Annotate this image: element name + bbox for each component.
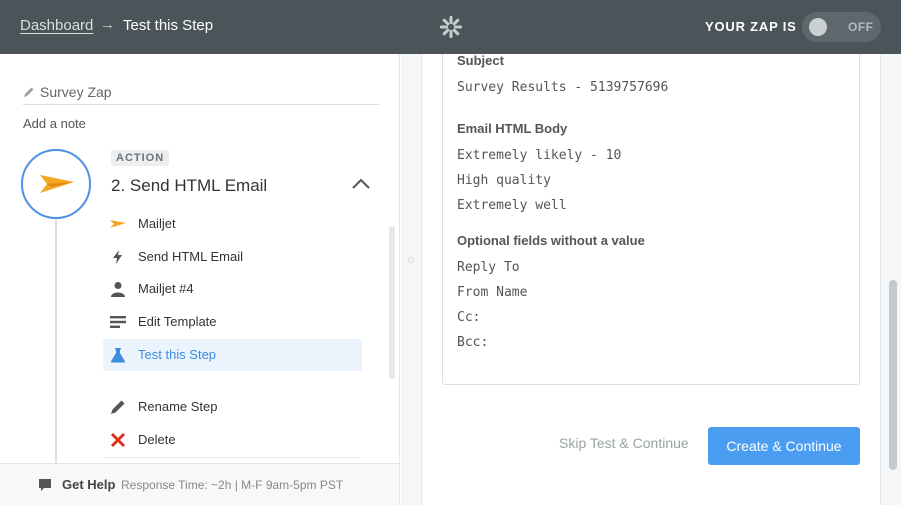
help-bar: Get Help Response Time: ~2h | M-F 9am-5p…: [0, 463, 399, 505]
test-data-box: Subject Survey Results - 5139757696 Emai…: [442, 53, 860, 385]
menu-item-label: Delete: [138, 432, 176, 447]
menu-item-test-step[interactable]: Test this Step: [103, 339, 362, 371]
zapier-logo-icon[interactable]: [439, 15, 463, 39]
editor-sidebar: Survey Zap Add a note ACTION 2. Send HTM…: [0, 54, 400, 505]
menu-item-label: Mailjet: [138, 216, 176, 231]
zap-status-label: YOUR ZAP IS: [705, 19, 797, 34]
step-app-circle[interactable]: [21, 149, 91, 219]
field-label: Optional fields without a value: [457, 233, 645, 248]
skip-test-button[interactable]: Skip Test & Continue: [559, 435, 689, 451]
pencil-icon: [24, 87, 34, 97]
menu-item-delete[interactable]: Delete: [103, 424, 362, 456]
menu-item-label: Mailjet #4: [138, 281, 194, 296]
field-value: From Name: [457, 285, 528, 300]
breadcrumb-dashboard-link[interactable]: Dashboard: [20, 17, 93, 34]
delete-x-icon: [110, 432, 126, 448]
menu-item-label: Edit Template: [138, 314, 217, 329]
menu-item-label: Send HTML Email: [138, 249, 243, 264]
main-panel: Subject Survey Results - 5139757696 Emai…: [401, 53, 901, 505]
page-scrollbar[interactable]: [889, 280, 897, 470]
field-value: Extremely well: [457, 198, 567, 213]
top-bar: Dashboard → Test this Step YOUR ZAP IS O…: [0, 0, 901, 54]
create-continue-button[interactable]: Create & Continue: [708, 427, 860, 465]
zap-name-value: Survey Zap: [40, 84, 112, 100]
menu-scrollbar[interactable]: [389, 226, 395, 379]
flask-icon: [111, 348, 125, 363]
step-title[interactable]: 2. Send HTML Email: [111, 176, 267, 196]
zap-name-field[interactable]: Survey Zap: [23, 83, 379, 105]
bolt-icon: [113, 250, 122, 264]
toggle-knob: [809, 18, 827, 36]
get-help-link[interactable]: Get Help: [62, 477, 115, 492]
chevron-up-icon[interactable]: [352, 178, 370, 190]
field-value: Bcc:: [457, 335, 489, 350]
menu-item-action[interactable]: Send HTML Email: [103, 241, 362, 273]
mailjet-icon: [110, 220, 126, 228]
field-value: High quality: [457, 173, 551, 188]
step-type-badge: ACTION: [111, 150, 170, 166]
timeline-connector: [55, 219, 57, 464]
mailjet-icon: [40, 175, 74, 193]
menu-item-app[interactable]: Mailjet: [103, 208, 362, 240]
chat-bubble-icon: [39, 479, 51, 491]
breadcrumb-current: Test this Step: [123, 17, 214, 34]
toggle-state-label: OFF: [848, 20, 874, 34]
field-value: Cc:: [457, 310, 481, 325]
field-value: Reply To: [457, 260, 520, 275]
resize-handle[interactable]: [408, 257, 414, 263]
add-note-link[interactable]: Add a note: [23, 116, 86, 131]
field-value: Survey Results - 5139757696: [457, 80, 669, 95]
field-label: Email HTML Body: [457, 121, 568, 136]
help-response-time: Response Time: ~2h | M-F 9am-5pm PST: [121, 478, 344, 492]
zap-on-off-toggle[interactable]: OFF: [802, 12, 881, 42]
test-step-card: Subject Survey Results - 5139757696 Emai…: [421, 53, 881, 505]
breadcrumb-separator: →: [100, 16, 115, 33]
field-label: Subject: [457, 53, 504, 68]
template-lines-icon: [110, 316, 126, 328]
pencil-icon: [111, 400, 125, 414]
menu-item-edit-template[interactable]: Edit Template: [103, 306, 362, 338]
menu-divider: [103, 457, 362, 458]
user-icon: [111, 282, 125, 297]
menu-item-rename[interactable]: Rename Step: [103, 391, 362, 423]
menu-item-label: Test this Step: [138, 347, 217, 362]
field-value: Extremely likely - 10: [457, 148, 622, 163]
menu-item-label: Rename Step: [138, 399, 218, 414]
menu-item-account[interactable]: Mailjet #4: [103, 273, 362, 305]
